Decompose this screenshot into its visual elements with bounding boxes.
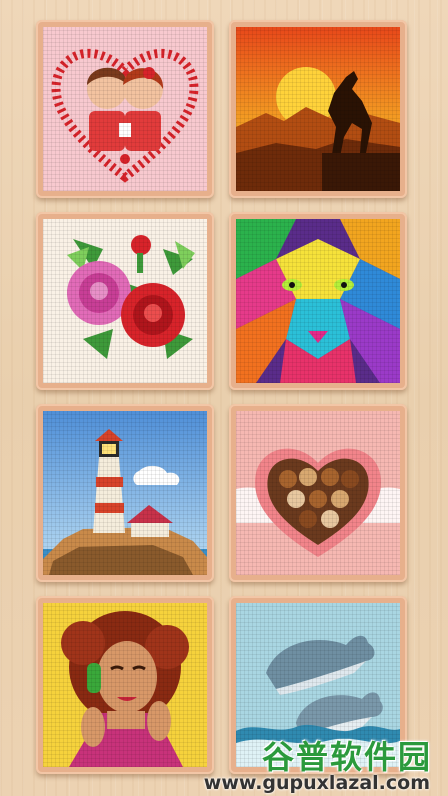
pattern-tile-tiger[interactable] — [229, 212, 407, 390]
horse-sunset-artwork — [236, 27, 400, 191]
watermark: 谷普软件园 www.gupuxlazal.com — [0, 732, 448, 796]
chocolates-artwork — [236, 411, 400, 575]
couple-artwork — [43, 27, 207, 191]
pattern-tile-roses[interactable] — [36, 212, 214, 390]
pattern-tile-chocolates[interactable] — [229, 404, 407, 582]
pattern-tile-lighthouse[interactable] — [36, 404, 214, 582]
pattern-tile-couple[interactable] — [36, 20, 214, 198]
roses-artwork — [43, 219, 207, 383]
lighthouse-artwork — [43, 411, 207, 575]
tiger-artwork — [236, 219, 400, 383]
pattern-tile-horse-sunset[interactable] — [229, 20, 407, 198]
watermark-url: www.gupuxlazal.com — [203, 772, 430, 794]
